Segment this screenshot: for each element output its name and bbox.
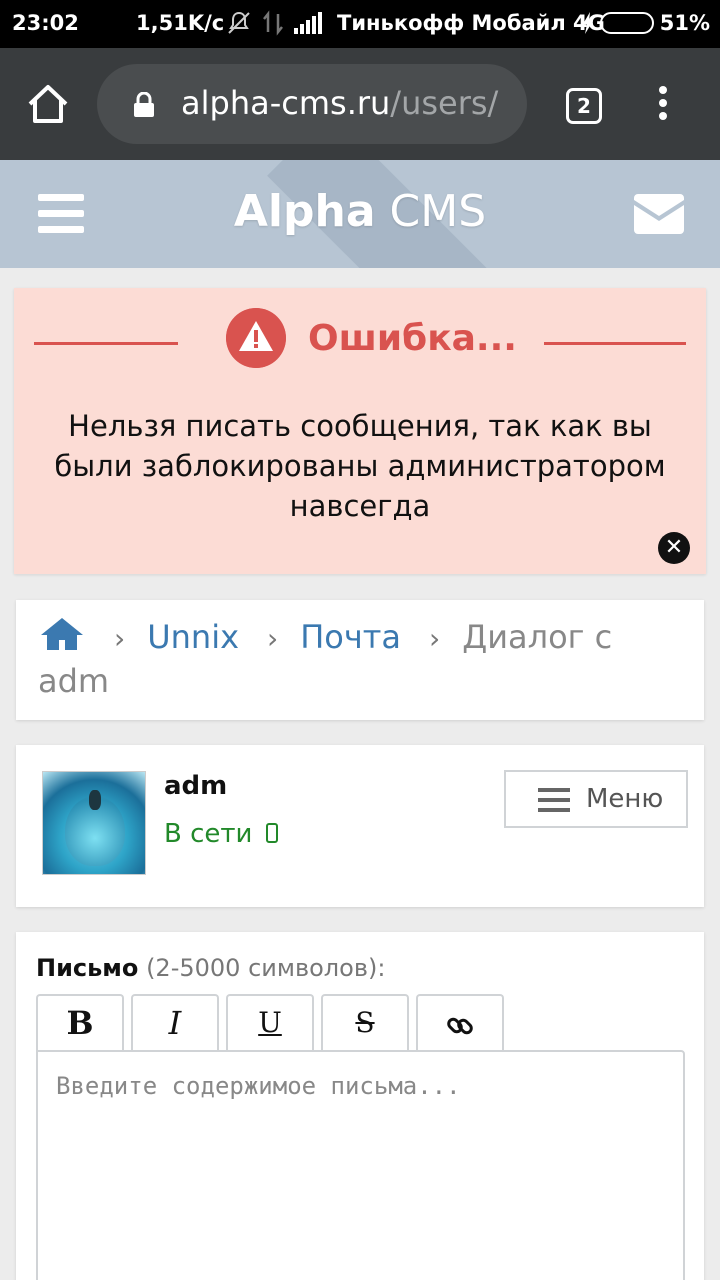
italic-button[interactable]: I: [131, 994, 219, 1052]
menu-lines-icon: [538, 788, 570, 818]
chevron-right-icon: ›: [429, 622, 441, 655]
underline-button[interactable]: U: [226, 994, 314, 1052]
signal-icon: [294, 12, 322, 34]
close-icon[interactable]: ✕: [658, 532, 690, 564]
carrier-name: Тинькофф Мобайл 4G: [337, 11, 605, 35]
data-arrows-icon: [263, 10, 283, 36]
battery-icon: [599, 12, 654, 34]
url-host: alpha-cms.ru: [181, 84, 391, 122]
home-icon[interactable]: [38, 616, 86, 652]
clock: 23:02: [12, 11, 79, 35]
chevron-right-icon: ›: [114, 622, 126, 655]
charging-icon: [582, 12, 593, 34]
warning-icon: [226, 308, 286, 368]
url-path: /users/: [390, 84, 499, 122]
address-bar[interactable]: alpha-cms.ru/users/: [97, 64, 527, 144]
home-icon[interactable]: [26, 82, 70, 126]
compose-form: Письмо (2-5000 символов): B I U S Введит…: [16, 932, 704, 1280]
avatar[interactable]: [42, 771, 146, 875]
mail-icon[interactable]: [634, 194, 684, 234]
link-button[interactable]: [416, 994, 504, 1052]
site-header: Alpha CMS: [0, 160, 720, 268]
user-name[interactable]: adm: [164, 771, 227, 801]
error-message: Нельзя писать сообщения, так как вы были…: [54, 409, 666, 523]
site-logo[interactable]: Alpha CMS: [0, 186, 720, 237]
breadcrumb-link-mail[interactable]: Почта: [300, 618, 401, 656]
error-alert: Ошибка... Нельзя писать сообщения, так к…: [14, 288, 706, 574]
bold-button[interactable]: B: [36, 994, 124, 1052]
status-bar: 23:02 1,51K/c Тинькофф Мобайл 4G 51%: [0, 0, 720, 48]
overflow-menu-icon[interactable]: [656, 86, 670, 125]
compose-label: Письмо (2-5000 символов):: [36, 954, 386, 982]
menu-button[interactable]: Меню: [504, 770, 688, 828]
breadcrumb: › Unnix › Почта › Диалог с adm: [16, 600, 704, 720]
chevron-right-icon: ›: [267, 622, 279, 655]
mobile-phone-icon: [266, 823, 278, 843]
tab-switcher-button[interactable]: 2: [566, 88, 602, 124]
message-textarea[interactable]: Введите содержимое письма...: [36, 1050, 685, 1280]
browser-toolbar: alpha-cms.ru/users/ 2: [0, 48, 720, 160]
strikethrough-button[interactable]: S: [321, 994, 409, 1052]
network-speed: 1,51K/c: [136, 11, 225, 35]
online-status: В сети: [164, 819, 253, 849]
battery-percent: 51%: [659, 11, 710, 35]
breadcrumb-link-user[interactable]: Unnix: [147, 618, 239, 656]
user-card: adm В сети Меню: [16, 745, 704, 907]
error-title: Ошибка...: [308, 318, 517, 359]
url-text[interactable]: alpha-cms.ru/users/: [181, 84, 498, 122]
lock-icon: [134, 92, 154, 117]
mute-bell-icon: [228, 11, 250, 34]
link-icon: [447, 1017, 473, 1035]
menu-button-label: Меню: [586, 784, 664, 814]
textarea-placeholder: Введите содержимое письма...: [56, 1072, 461, 1100]
